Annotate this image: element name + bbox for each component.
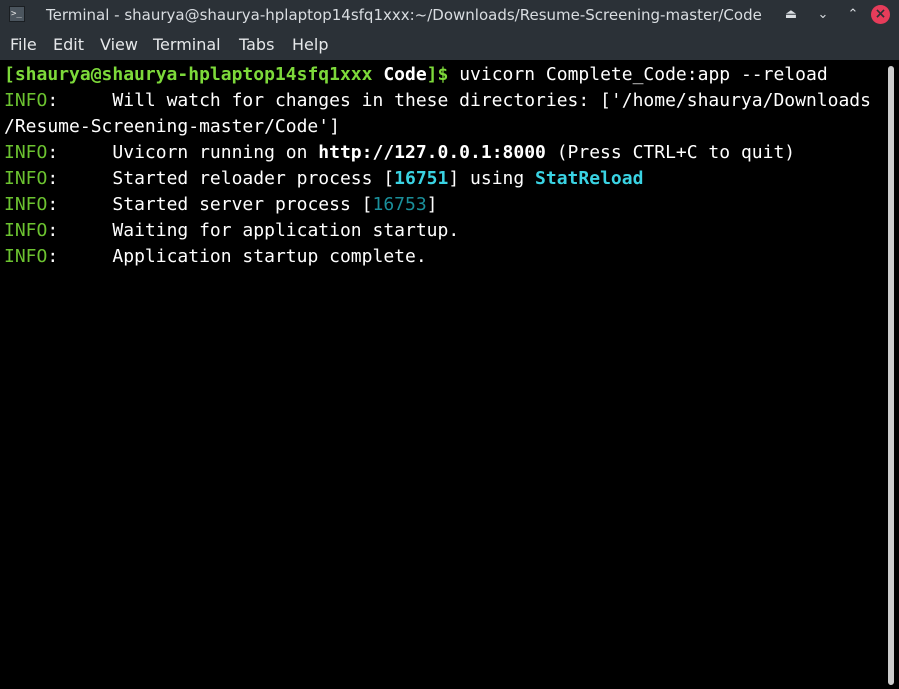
log-message-post: (Press CTRL+C to quit) — [545, 142, 796, 163]
log-message-mid: ] using — [448, 168, 536, 189]
menu-view[interactable]: View — [100, 30, 138, 60]
log-level: INFO — [4, 142, 48, 163]
log-message: Application startup complete. — [112, 246, 427, 267]
log-message: Will watch for changes in these director… — [112, 90, 871, 111]
menu-file[interactable]: File — [10, 30, 37, 60]
menu-edit[interactable]: Edit — [53, 30, 84, 60]
log-line-waiting: INFO: Waiting for application startup. — [4, 218, 459, 244]
log-separator: : — [47, 142, 113, 163]
log-level: INFO — [4, 90, 48, 111]
title-bar[interactable]: >_ Terminal - shaurya@shaurya-hplaptop14… — [0, 0, 899, 30]
menu-help[interactable]: Help — [292, 30, 328, 60]
prompt-user-host: shaurya@shaurya-hplaptop14sfq1xxx — [14, 64, 373, 85]
close-icon[interactable]: × — [871, 5, 890, 24]
log-separator: : — [47, 90, 113, 111]
log-message-continuation: /Resume-Screening-master/Code'] — [4, 116, 340, 137]
menu-bar: File Edit View Terminal Tabs Help — [0, 30, 899, 60]
window-title: Terminal - shaurya@shaurya-hplaptop14sfq… — [46, 6, 762, 24]
prompt-open-bracket: [ — [4, 64, 15, 85]
log-separator: : — [47, 220, 113, 241]
log-level: INFO — [4, 220, 48, 241]
server-url[interactable]: http://127.0.0.1:8000 — [318, 142, 546, 163]
log-level: INFO — [4, 194, 48, 215]
vertical-scrollbar[interactable] — [884, 62, 899, 689]
log-line-watch: INFO: Will watch for changes in these di… — [4, 88, 871, 114]
log-message-pre: Uvicorn running on — [112, 142, 319, 163]
terminal-app-icon[interactable]: >_ — [9, 6, 25, 22]
reloader-name: StatReload — [535, 168, 644, 189]
terminal-window: >_ Terminal - shaurya@shaurya-hplaptop14… — [0, 0, 899, 689]
log-level: INFO — [4, 246, 48, 267]
keep-above-icon[interactable]: ⏏ — [780, 4, 802, 26]
log-separator: : — [47, 194, 113, 215]
log-line-complete: INFO: Application startup complete. — [4, 244, 427, 270]
log-message-pre: Started reloader process [ — [112, 168, 395, 189]
log-line-watch-continuation: /Resume-Screening-master/Code'] — [4, 114, 340, 140]
menu-terminal[interactable]: Terminal — [153, 30, 221, 60]
log-separator: : — [47, 246, 113, 267]
log-line-reloader: INFO: Started reloader process [16751] u… — [4, 166, 643, 192]
server-pid: 16753 — [372, 194, 427, 215]
log-level: INFO — [4, 168, 48, 189]
scrollbar-thumb[interactable] — [888, 66, 894, 685]
log-message-post: ] — [426, 194, 438, 215]
minimize-icon[interactable]: ⌄ — [812, 4, 834, 26]
maximize-icon[interactable]: ⌃ — [842, 4, 864, 26]
terminal-output[interactable]: [shaurya@shaurya-hplaptop14sfq1xxx Code]… — [0, 62, 884, 689]
log-message: Waiting for application startup. — [112, 220, 460, 241]
reloader-pid: 16751 — [394, 168, 449, 189]
prompt-line: [shaurya@shaurya-hplaptop14sfq1xxx Code]… — [4, 62, 828, 88]
prompt-directory: Code — [383, 64, 427, 85]
log-message-pre: Started server process [ — [112, 194, 373, 215]
log-line-server-process: INFO: Started server process [16753] — [4, 192, 438, 218]
log-separator: : — [47, 168, 113, 189]
prompt-command: uvicorn Complete_Code:app --reload — [448, 64, 828, 85]
log-line-running: INFO: Uvicorn running on http://127.0.0.… — [4, 140, 795, 166]
prompt-close: ]$ — [426, 64, 449, 85]
menu-tabs[interactable]: Tabs — [239, 30, 274, 60]
